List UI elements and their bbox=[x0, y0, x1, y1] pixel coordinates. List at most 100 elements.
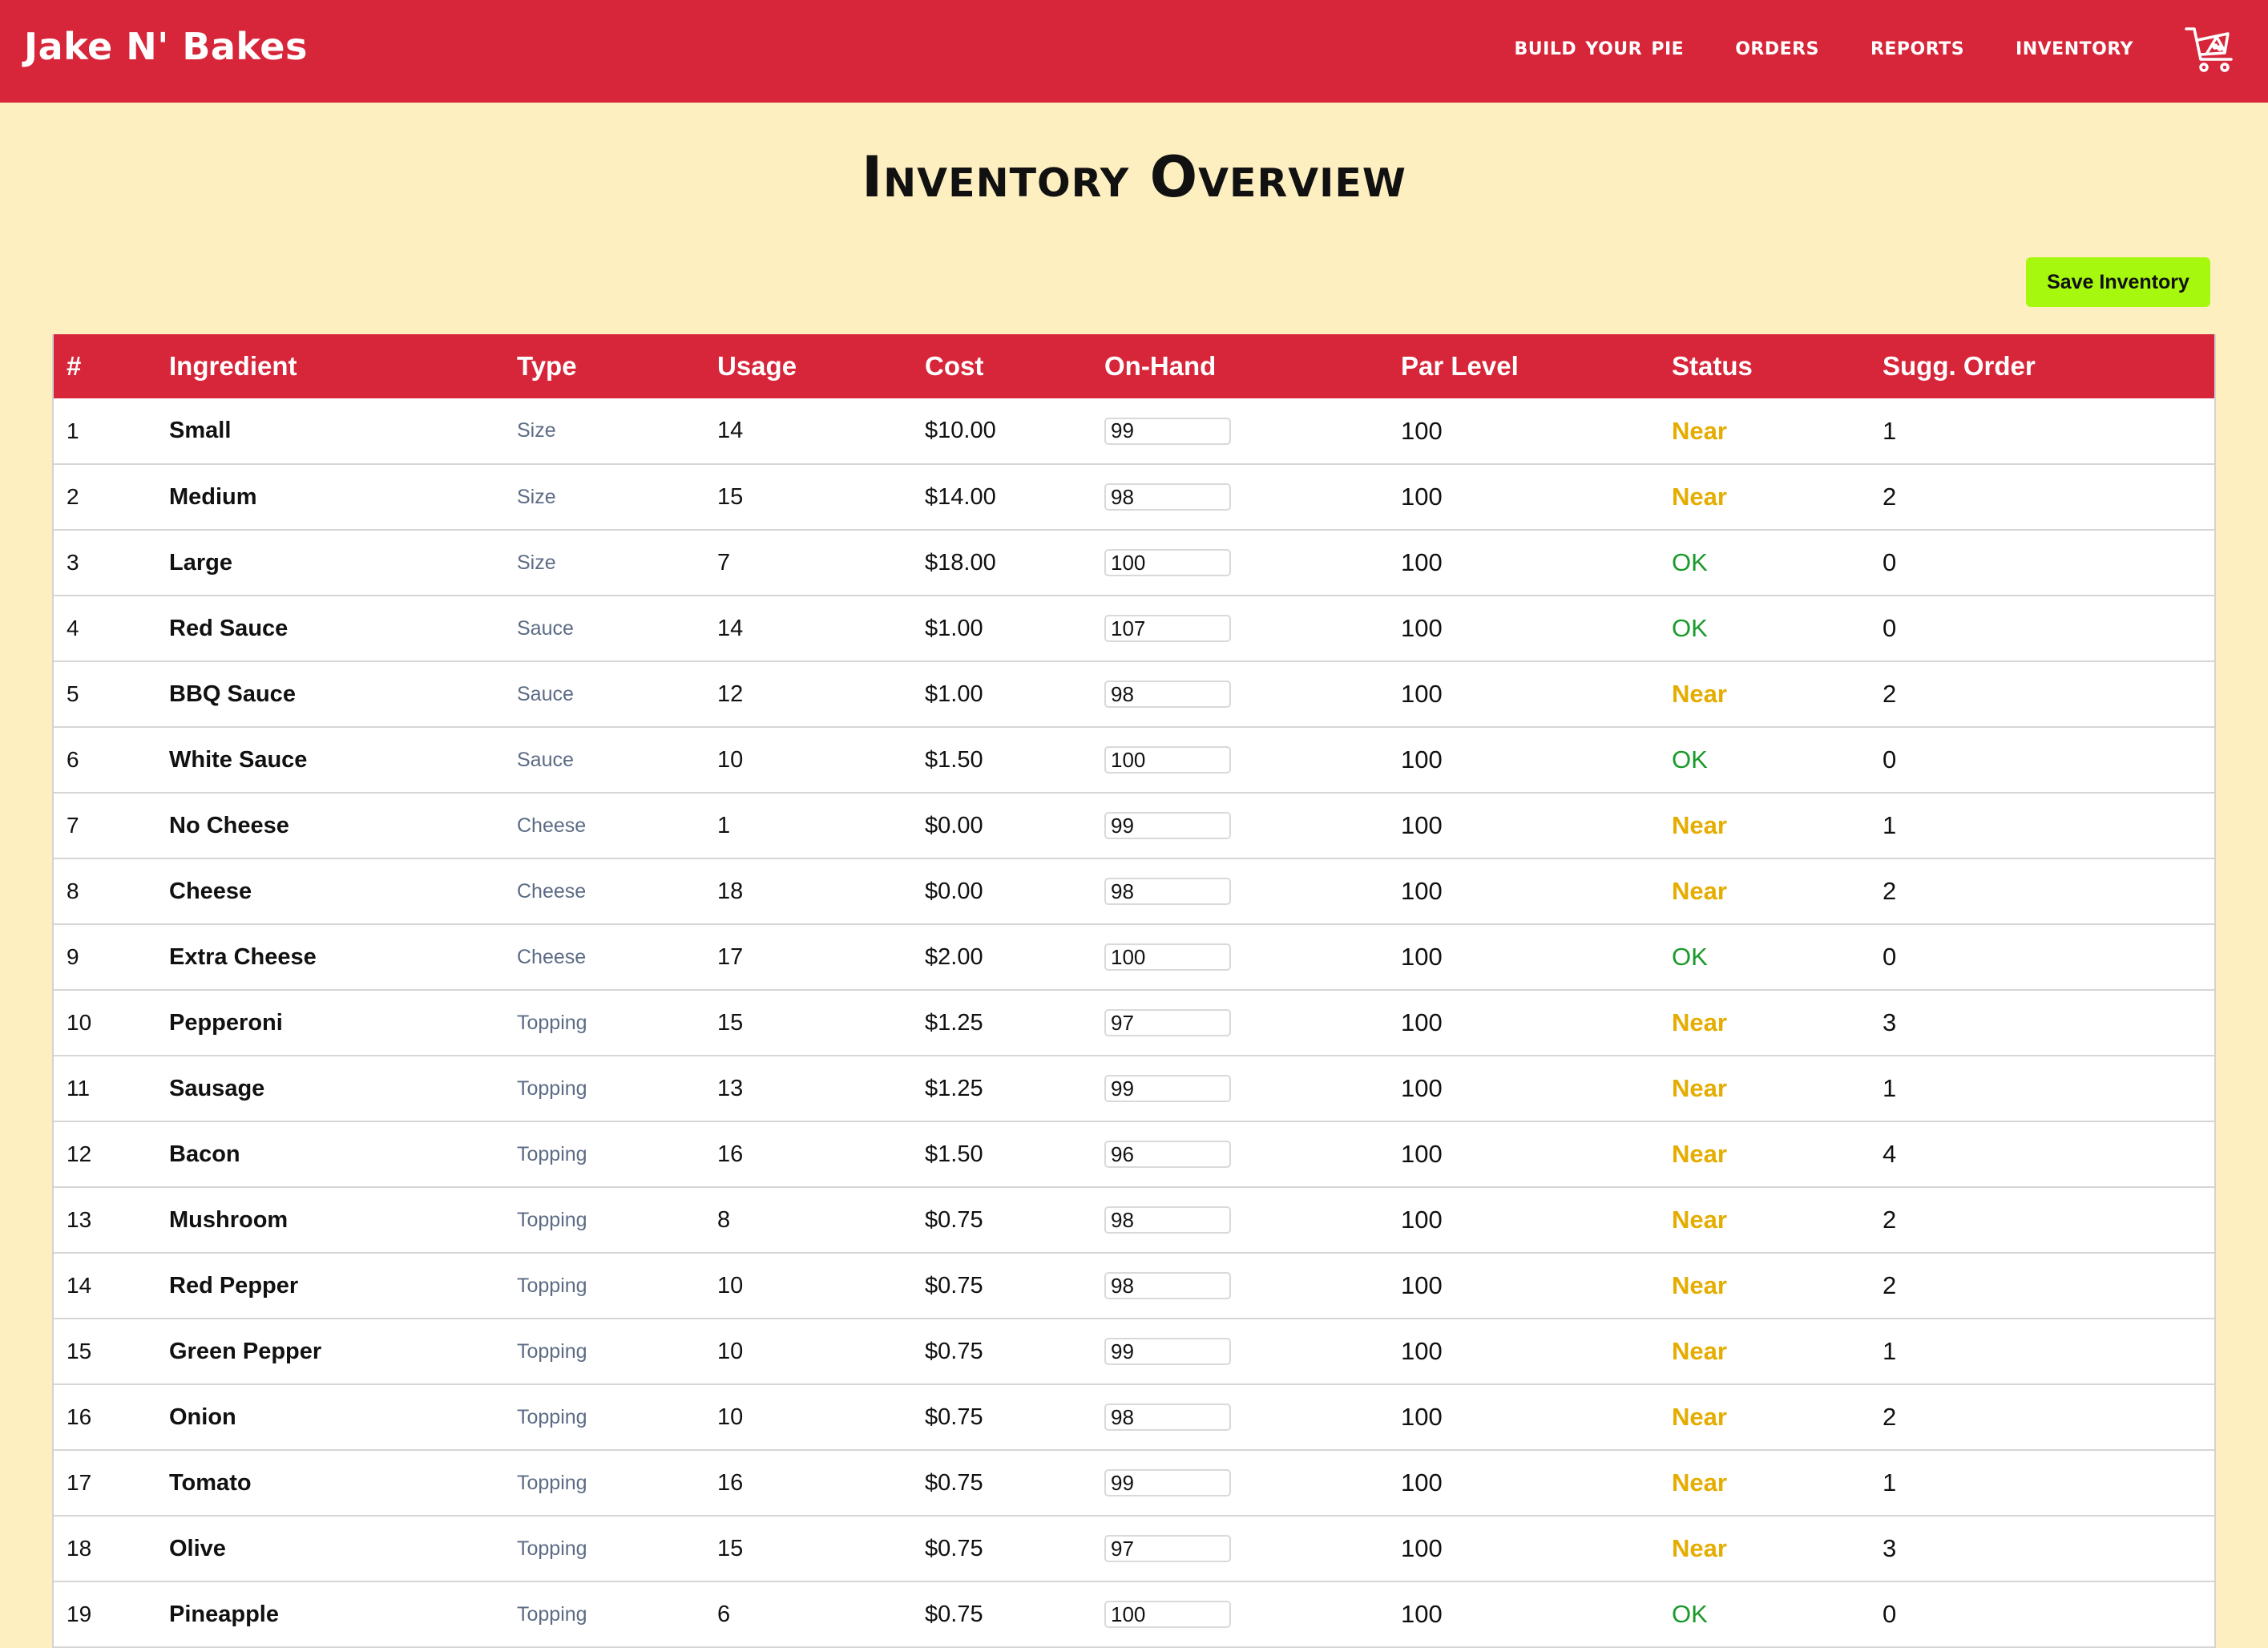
ingredient-name: Green Pepper bbox=[169, 1338, 322, 1364]
brand-logo[interactable]: Jake N' Bakes bbox=[24, 22, 308, 71]
on-hand-cell bbox=[1092, 1056, 1388, 1121]
usage-value: 14 bbox=[717, 418, 744, 443]
on-hand-input[interactable] bbox=[1104, 1075, 1231, 1102]
ingredient-name: Red Sauce bbox=[169, 615, 289, 641]
cost-value: $10.00 bbox=[925, 418, 996, 443]
cost-value: $1.00 bbox=[925, 681, 983, 707]
par-level-value: 100 bbox=[1401, 1074, 1443, 1102]
on-hand-input[interactable] bbox=[1104, 943, 1231, 971]
table-row: 15 Green Pepper Topping 10 $0.75 100 Near 1 bbox=[54, 1319, 2214, 1384]
ingredient-type: Topping bbox=[517, 1208, 587, 1231]
ingredient-type: Sauce bbox=[517, 682, 574, 705]
ingredient-name: Red Pepper bbox=[169, 1272, 299, 1299]
ingredient-type: Cheese bbox=[517, 814, 587, 837]
pizza-cart-icon[interactable] bbox=[2185, 24, 2238, 74]
table-row: 9 Extra Cheese Cheese 17 $2.00 100 OK 0 bbox=[54, 924, 2214, 990]
save-inventory-button[interactable]: Save Inventory bbox=[2026, 257, 2210, 307]
par-level-value: 100 bbox=[1401, 1337, 1443, 1365]
ingredient-name: Tomato bbox=[169, 1469, 252, 1496]
sugg-order-value: 2 bbox=[1883, 680, 1897, 708]
sugg-order-value: 2 bbox=[1883, 1403, 1897, 1431]
ingredient-name: Extra Cheese bbox=[169, 943, 317, 970]
nav-orders[interactable]: Orders bbox=[1735, 32, 1819, 61]
sugg-order-value: 2 bbox=[1883, 1206, 1897, 1234]
usage-value: 7 bbox=[717, 549, 731, 576]
on-hand-input[interactable] bbox=[1104, 1535, 1231, 1562]
col-number-header: # bbox=[67, 351, 82, 381]
nav-inventory[interactable]: Inventory bbox=[2016, 32, 2133, 61]
ingredient-type: Size bbox=[517, 551, 556, 574]
col-on-hand-header: On-Hand bbox=[1104, 351, 1217, 381]
on-hand-input[interactable] bbox=[1104, 1601, 1231, 1628]
on-hand-input[interactable] bbox=[1104, 878, 1231, 905]
on-hand-input[interactable] bbox=[1104, 1141, 1231, 1168]
par-level-value: 100 bbox=[1401, 548, 1443, 576]
cost-value: $0.75 bbox=[925, 1469, 983, 1496]
ingredient-name: Pepperoni bbox=[169, 1009, 283, 1036]
on-hand-input[interactable] bbox=[1104, 1404, 1231, 1431]
ingredient-type: Topping bbox=[517, 1405, 587, 1428]
table-row: 1 Small Size 14 $10.00 100 Near 1 bbox=[54, 398, 2214, 464]
table-row: 10 Pepperoni Topping 15 $1.25 100 Near 3 bbox=[54, 990, 2214, 1056]
ingredient-name: Bacon bbox=[169, 1141, 240, 1167]
main-nav: Build Your Pie Orders Reports Inventory bbox=[1515, 0, 2133, 93]
on-hand-input[interactable] bbox=[1104, 746, 1231, 774]
ingredient-type: Topping bbox=[517, 1339, 587, 1363]
col-cost-header: Cost bbox=[925, 351, 984, 381]
status-value: Near bbox=[1672, 1008, 1727, 1036]
cost-value: $1.25 bbox=[925, 1075, 983, 1101]
cost-value: $0.75 bbox=[925, 1601, 983, 1627]
par-level-value: 100 bbox=[1401, 745, 1443, 774]
par-level-value: 100 bbox=[1401, 680, 1443, 708]
row-number: 2 bbox=[67, 484, 79, 509]
on-hand-input[interactable] bbox=[1104, 1469, 1231, 1497]
on-hand-input[interactable] bbox=[1104, 549, 1231, 576]
row-number: 4 bbox=[67, 616, 79, 640]
on-hand-input[interactable] bbox=[1104, 681, 1231, 708]
ingredient-type: Topping bbox=[517, 1274, 587, 1297]
row-number: 13 bbox=[67, 1207, 92, 1232]
status-value: Near bbox=[1672, 483, 1727, 511]
nav-reports[interactable]: Reports bbox=[1870, 32, 1964, 61]
nav-build-your-pie[interactable]: Build Your Pie bbox=[1515, 32, 1685, 61]
table-row: 4 Red Sauce Sauce 14 $1.00 100 OK 0 bbox=[54, 596, 2214, 661]
on-hand-cell bbox=[1092, 1450, 1388, 1516]
par-level-value: 100 bbox=[1401, 1008, 1443, 1036]
usage-value: 1 bbox=[717, 812, 731, 838]
cost-value: $2.00 bbox=[925, 943, 983, 970]
on-hand-cell bbox=[1092, 1121, 1388, 1187]
on-hand-input[interactable] bbox=[1104, 1009, 1231, 1036]
ingredient-type: Topping bbox=[517, 1142, 587, 1165]
par-level-value: 100 bbox=[1401, 943, 1443, 971]
row-number: 3 bbox=[67, 550, 79, 575]
table-row: 18 Olive Topping 15 $0.75 100 Near 3 bbox=[54, 1516, 2214, 1581]
cost-value: $14.00 bbox=[925, 483, 996, 510]
on-hand-input[interactable] bbox=[1104, 1206, 1231, 1234]
cost-value: $0.75 bbox=[925, 1404, 983, 1430]
row-number: 12 bbox=[67, 1141, 92, 1166]
on-hand-input[interactable] bbox=[1104, 812, 1231, 839]
col-type-header: Type bbox=[517, 351, 577, 381]
ingredient-type: Topping bbox=[517, 1076, 587, 1100]
ingredient-type: Topping bbox=[517, 1011, 587, 1034]
table-row: 11 Sausage Topping 13 $1.25 100 Near 1 bbox=[54, 1056, 2214, 1121]
sugg-order-value: 1 bbox=[1883, 1337, 1897, 1365]
on-hand-input[interactable] bbox=[1104, 417, 1231, 445]
on-hand-input[interactable] bbox=[1104, 483, 1231, 511]
table-row: 7 No Cheese Cheese 1 $0.00 100 Near 1 bbox=[54, 793, 2214, 858]
table-header-row: # Ingredient Type Usage Cost On-Hand Par Level… bbox=[54, 334, 2214, 398]
cost-value: $0.75 bbox=[925, 1535, 983, 1561]
ingredient-type: Topping bbox=[517, 1602, 587, 1626]
table-row: 19 Pineapple Topping 6 $0.75 100 OK 0 bbox=[54, 1581, 2214, 1647]
par-level-value: 100 bbox=[1401, 483, 1443, 511]
on-hand-input[interactable] bbox=[1104, 615, 1231, 642]
inventory-table: # Ingredient Type Usage Cost On-Hand Par Level… bbox=[54, 334, 2214, 1648]
usage-value: 15 bbox=[717, 483, 744, 510]
ingredient-type: Topping bbox=[517, 1537, 587, 1560]
cost-value: $0.75 bbox=[925, 1206, 983, 1233]
sugg-order-value: 1 bbox=[1883, 811, 1897, 839]
on-hand-input[interactable] bbox=[1104, 1338, 1231, 1365]
on-hand-input[interactable] bbox=[1104, 1272, 1231, 1299]
usage-value: 14 bbox=[717, 615, 744, 641]
table-row: 6 White Sauce Sauce 10 $1.50 100 OK 0 bbox=[54, 727, 2214, 793]
